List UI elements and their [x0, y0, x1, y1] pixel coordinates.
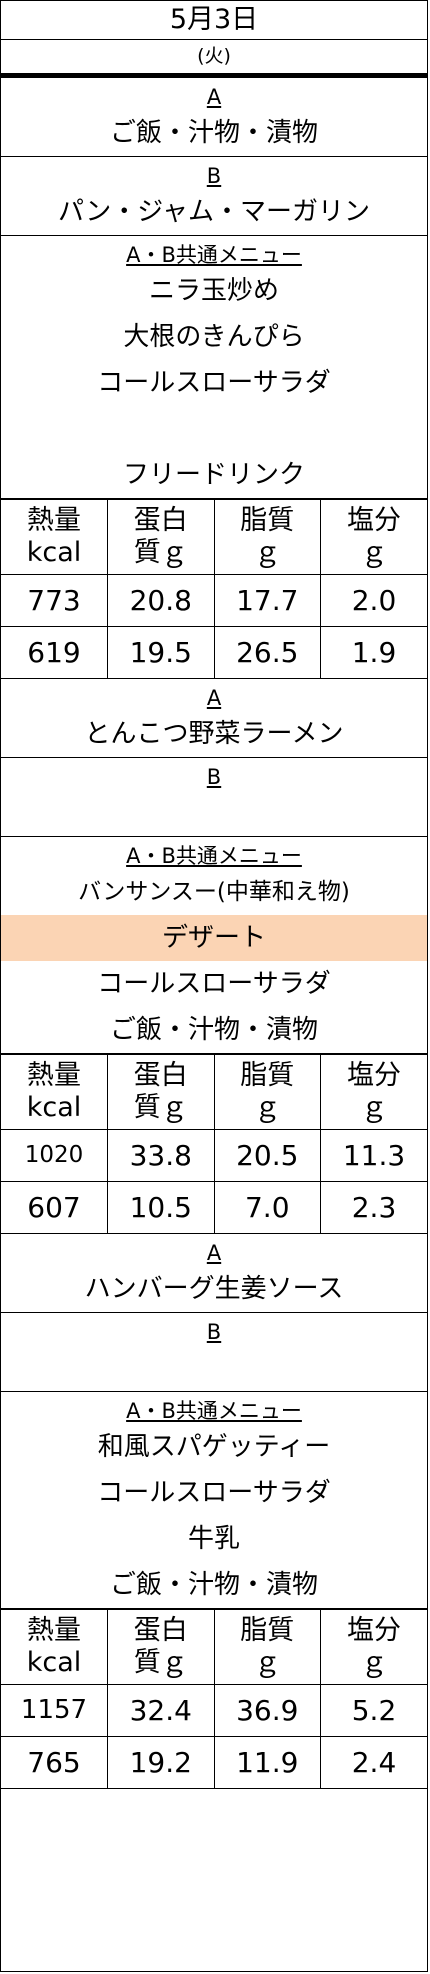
col-header-fat: 脂質 ｇ	[213, 499, 321, 575]
protein-value: 32.4	[107, 1684, 215, 1737]
col-header-protein: 蛋白 質ｇ	[107, 1054, 215, 1130]
common-menu-item: ご飯・汁物・漬物	[109, 1015, 318, 1045]
nutrition-row-a: 773 20.8 17.7 2.0	[1, 574, 427, 627]
menu-block-3: A ハンバーグ生姜ソース B A・B共通メニュー 和風スパゲッティー コールスロ…	[1, 1234, 427, 1789]
protein-value: 19.2	[107, 1736, 215, 1789]
menu-block-2: A とんこつ野菜ラーメン B A・B共通メニュー バンサンスー(中華和え物) デ…	[1, 679, 427, 1234]
salt-value: 2.4	[320, 1736, 427, 1789]
salt-value: 5.2	[320, 1684, 427, 1737]
nutrition-row-b: 607 10.5 7.0 2.3	[1, 1181, 427, 1234]
common-menu-item: ご飯・汁物・漬物	[109, 1570, 318, 1600]
salt-value: 11.3	[320, 1129, 427, 1182]
fat-value: 26.5	[213, 626, 321, 679]
nutrition-row-b: 619 19.5 26.5 1.9	[1, 626, 427, 679]
menu-a-section: A ご飯・汁物・漬物	[1, 78, 427, 157]
common-menu-label: A・B共通メニュー	[126, 1399, 302, 1423]
common-menu-item: コールスローサラダ	[97, 969, 331, 999]
common-menu-label: A・B共通メニュー	[126, 243, 302, 267]
menu-b-item	[1, 1345, 427, 1391]
menu-b-section: B	[1, 758, 427, 837]
energy-value: 1157	[1, 1684, 108, 1737]
menu-b-section: B パン・ジャム・マーガリン	[1, 157, 427, 236]
protein-value: 20.8	[107, 574, 215, 627]
col-header-energy: 熱量 kcal	[1, 499, 108, 575]
nutrition-table: 熱量 kcal 蛋白 質ｇ 脂質 ｇ 塩分 ｇ 773 20.8 17.7 2.0 61…	[1, 499, 427, 679]
nutrition-table: 熱量 kcal 蛋白 質ｇ 脂質 ｇ 塩分 ｇ 1020 33.8 20.5 11.3 …	[1, 1054, 427, 1234]
menu-b-section: B	[1, 1313, 427, 1392]
fat-value: 17.7	[213, 574, 321, 627]
menu-a-item: ご飯・汁物・漬物	[109, 118, 318, 148]
common-menu-label: A・B共通メニュー	[126, 844, 302, 868]
menu-block-1: A ご飯・汁物・漬物 B パン・ジャム・マーガリン A・B共通メニュー ニラ玉炒…	[1, 78, 427, 679]
protein-value: 19.5	[107, 626, 215, 679]
menu-b-label: B	[206, 765, 222, 789]
weekday-header: (火)	[1, 40, 427, 78]
fat-value: 36.9	[213, 1684, 321, 1737]
date-header: 5月3日	[1, 1, 427, 40]
nutrition-row-a: 1157 32.4 36.9 5.2	[1, 1684, 427, 1737]
menu-b-label: B	[206, 164, 222, 188]
salt-value: 1.9	[320, 626, 427, 679]
fat-value: 11.9	[213, 1736, 321, 1789]
common-menu-item: コールスローサラダ	[97, 1478, 331, 1508]
col-header-protein: 蛋白 質ｇ	[107, 499, 215, 575]
menu-b-item	[1, 790, 427, 836]
energy-value: 773	[1, 574, 108, 627]
nutrition-row-a: 1020 33.8 20.5 11.3	[1, 1129, 427, 1182]
common-menu-item: フリードリンク	[122, 460, 305, 490]
common-menu-item: バンサンスー(中華和え物)	[78, 879, 350, 905]
energy-value: 1020	[1, 1129, 108, 1182]
col-header-fat: 脂質 ｇ	[213, 1054, 321, 1130]
common-menu-section: A・B共通メニュー ニラ玉炒め 大根のきんぴら コールスローサラダ フリードリン…	[1, 236, 427, 499]
protein-value: 10.5	[107, 1181, 215, 1234]
col-header-energy: 熱量 kcal	[1, 1609, 108, 1685]
col-header-fat: 脂質 ｇ	[213, 1609, 321, 1685]
col-header-salt: 塩分 ｇ	[320, 499, 427, 575]
menu-a-label: A	[206, 686, 222, 710]
menu-a-label: A	[206, 85, 222, 109]
energy-value: 765	[1, 1736, 108, 1789]
common-menu-item: コールスローサラダ	[97, 368, 331, 398]
menu-a-section: A とんこつ野菜ラーメン	[1, 679, 427, 758]
common-menu-item: 牛乳	[187, 1524, 240, 1554]
col-header-salt: 塩分 ｇ	[320, 1054, 427, 1130]
common-menu-item: 大根のきんぴら	[123, 322, 305, 352]
menu-b-label: B	[206, 1320, 222, 1344]
menu-a-section: A ハンバーグ生姜ソース	[1, 1234, 427, 1313]
common-menu-section: A・B共通メニュー 和風スパゲッティー コールスローサラダ 牛乳 ご飯・汁物・漬…	[1, 1392, 427, 1609]
nutrition-table: 熱量 kcal 蛋白 質ｇ 脂質 ｇ 塩分 ｇ 1157 32.4 36.9 5.2 7…	[1, 1609, 427, 1789]
salt-value: 2.0	[320, 574, 427, 627]
energy-value: 607	[1, 1181, 108, 1234]
common-menu-item: ニラ玉炒め	[148, 276, 279, 306]
menu-b-item: パン・ジャム・マーガリン	[57, 197, 370, 227]
protein-value: 33.8	[107, 1129, 215, 1182]
energy-value: 619	[1, 626, 108, 679]
col-header-protein: 蛋白 質ｇ	[107, 1609, 215, 1685]
col-header-energy: 熱量 kcal	[1, 1054, 108, 1130]
salt-value: 2.3	[320, 1181, 427, 1234]
fat-value: 20.5	[213, 1129, 321, 1182]
menu-a-item: ハンバーグ生姜ソース	[84, 1274, 344, 1304]
col-header-salt: 塩分 ｇ	[320, 1609, 427, 1685]
nutrition-row-b: 765 19.2 11.9 2.4	[1, 1736, 427, 1789]
menu-a-item: とんこつ野菜ラーメン	[84, 719, 344, 749]
menu-page: 5月3日 (火) A ご飯・汁物・漬物 B パン・ジャム・マーガリン A・B共通…	[0, 0, 428, 1972]
fat-value: 7.0	[213, 1181, 321, 1234]
dessert-item-highlighted: デザート	[1, 915, 427, 961]
common-menu-section: A・B共通メニュー バンサンスー(中華和え物) デザート コールスローサラダ ご…	[1, 837, 427, 1054]
menu-a-label: A	[206, 1241, 222, 1265]
common-menu-item: 和風スパゲッティー	[97, 1432, 331, 1462]
